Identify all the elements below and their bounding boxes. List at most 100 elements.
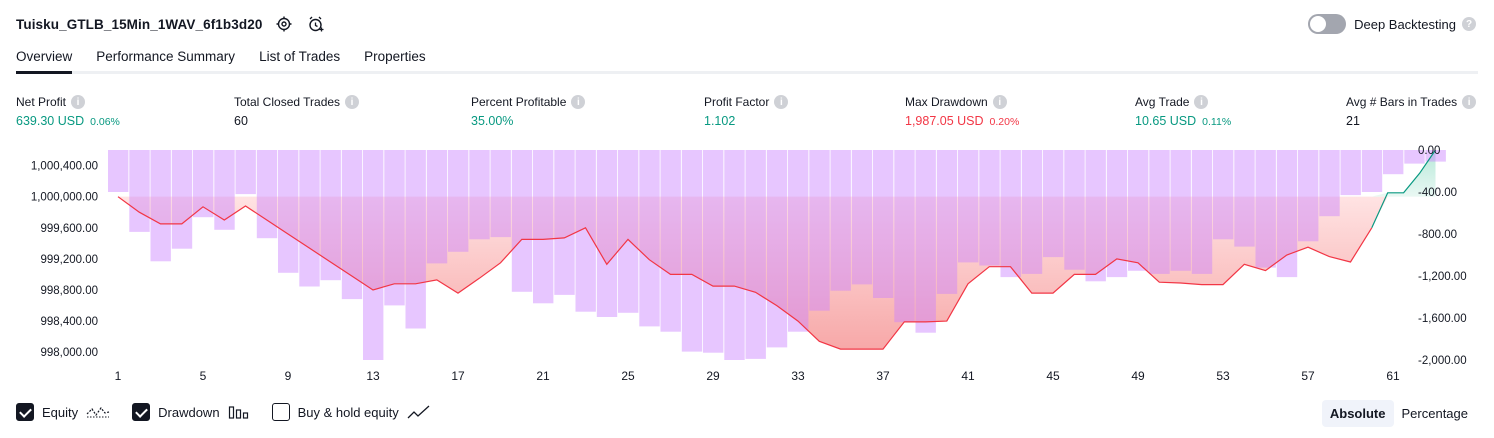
tab-overview[interactable]: Overview [16, 46, 73, 74]
help-icon[interactable]: i [345, 95, 360, 109]
metric-label: Avg # Bars in Trades [1346, 95, 1458, 109]
drawdown-bar [1043, 150, 1064, 258]
right-axis-tick-label: -400.00 [1418, 187, 1457, 199]
drawdown-bar [1276, 150, 1298, 278]
x-axis-tick-label: 13 [366, 369, 380, 383]
drawdown-bar [363, 150, 384, 360]
drawdown-bar [469, 150, 490, 240]
metric-value: 60 [234, 114, 248, 128]
drawdown-bar [788, 150, 809, 332]
drawdown-bar [171, 150, 193, 249]
drawdown-bar [979, 150, 1000, 266]
checkbox-box[interactable] [271, 403, 290, 421]
right-axis-tick-label: -2,000.00 [1418, 355, 1467, 367]
drawdown-bar [405, 150, 426, 329]
add-alert-icon[interactable] [306, 14, 326, 34]
x-axis-tick-label: 21 [536, 369, 550, 383]
settings-icon[interactable] [274, 14, 294, 34]
drawdown-bar [1128, 150, 1149, 271]
x-axis-tick-label: 45 [1046, 369, 1060, 383]
drawdown-bar [1085, 150, 1106, 282]
checkbox-box[interactable] [16, 403, 34, 421]
drawdown-bar [278, 150, 299, 273]
drawdown-bar [1213, 150, 1234, 240]
metric-value: 639.30 USD [16, 114, 85, 128]
left-axis: 1,000,400.00 1,000,000.00 999,600.00 999,20… [31, 161, 98, 360]
trend-line-icon [407, 405, 431, 419]
left-axis-tick-label: 999,600.00 [40, 223, 98, 235]
right-axis-tick-label: -1,600.00 [1418, 313, 1467, 325]
help-icon[interactable]: i [1194, 95, 1209, 109]
drawdown-bar [724, 150, 745, 360]
metric-percent: 0.06% [90, 116, 120, 128]
scale-mode-switch: Absolute Percentage [1321, 400, 1477, 427]
absolute-button[interactable]: Absolute [1321, 400, 1394, 427]
x-axis-tick-label: 29 [706, 369, 720, 383]
left-axis-tick-label: 998,800.00 [40, 285, 98, 297]
drawdown-bar [448, 150, 469, 252]
equity-drawdown-chart[interactable]: 1,000,400.00 1,000,000.00 999,600.00 999,20… [0, 140, 1494, 396]
metric-max-drawdown: Max Drawdown i 1,987.05 USD 0.20% [905, 94, 1019, 128]
metric-value: 21 [1346, 114, 1360, 128]
buy-hold-checkbox[interactable]: Buy & hold equity [271, 403, 431, 421]
deep-backtesting-label: Deep Backtesting [1354, 16, 1456, 32]
equity-checkbox[interactable]: Equity [16, 403, 110, 421]
drawdown-label: Drawdown [158, 404, 220, 420]
metric-label: Profit Factor [704, 95, 770, 109]
help-icon[interactable]: i [71, 95, 86, 109]
drawdown-bar [1149, 150, 1170, 274]
drawdown-bar [1191, 150, 1213, 274]
help-icon[interactable]: i [571, 95, 586, 109]
metric-label: Percent Profitable [471, 95, 567, 109]
report-header: Tuisku_GTLB_15Min_1WAV_6f1b3d20 [16, 12, 326, 36]
percentage-button[interactable]: Percentage [1394, 400, 1477, 427]
checkbox-box[interactable] [132, 403, 151, 421]
x-axis-tick-label: 41 [961, 369, 975, 383]
drawdown-bar [639, 150, 660, 327]
drawdown-bar [235, 150, 256, 195]
metric-percent: 0.11% [1202, 116, 1232, 128]
drawdown-bar [1361, 150, 1383, 192]
metric-label: Avg Trade [1135, 95, 1190, 109]
metric-value: 35.00% [471, 114, 514, 128]
drawdown-bar [915, 150, 936, 333]
help-icon[interactable]: i [774, 95, 789, 109]
help-icon[interactable]: i [992, 95, 1007, 109]
drawdown-bar [384, 150, 405, 306]
drawdown-bar [426, 150, 448, 264]
drawdown-bar [554, 150, 575, 295]
metric-avg-trade: Avg Trade i 10.65 USD 0.11% [1135, 94, 1231, 128]
toggle-knob [1310, 16, 1327, 32]
drawdown-bar [1340, 150, 1361, 196]
drawdown-bar [299, 150, 320, 287]
deep-backtesting-toggle[interactable] [1308, 14, 1347, 34]
x-axis-tick-label: 37 [876, 369, 890, 383]
x-axis-tick-label: 17 [451, 369, 465, 383]
drawdown-bar [1255, 150, 1276, 268]
drawdown-bar [214, 150, 235, 230]
tab-performance-summary[interactable]: Performance Summary [96, 46, 235, 71]
help-icon[interactable]: i [1462, 95, 1477, 109]
tab-list-of-trades[interactable]: List of Trades [259, 46, 340, 71]
drawdown-bar [851, 150, 873, 285]
drawdown-bar [873, 150, 894, 298]
buy-hold-label: Buy & hold equity [297, 404, 399, 420]
tab-properties[interactable]: Properties [364, 46, 426, 71]
help-icon[interactable]: ? [1462, 17, 1476, 31]
drawdown-checkbox[interactable]: Drawdown [132, 403, 249, 421]
x-axis-tick-label: 61 [1386, 369, 1400, 383]
drawdown-bar [681, 150, 703, 352]
right-axis-tick-label: -800.00 [1418, 229, 1457, 241]
drawdown-bar [596, 150, 618, 317]
right-axis-tick-label: -1,200.00 [1418, 271, 1467, 283]
drawdown-bar [150, 150, 171, 262]
equity-line-icon [86, 405, 110, 419]
bar-chart-icon [228, 405, 250, 419]
drawdown-bar [1000, 150, 1021, 278]
drawdown-bar [320, 150, 341, 281]
x-axis-tick-label: 1 [115, 369, 122, 383]
left-axis-tick-label: 998,000.00 [40, 347, 98, 359]
drawdown-bar [1064, 150, 1085, 270]
drawdown-bar [511, 150, 533, 292]
x-axis-tick-label: 5 [200, 369, 207, 383]
